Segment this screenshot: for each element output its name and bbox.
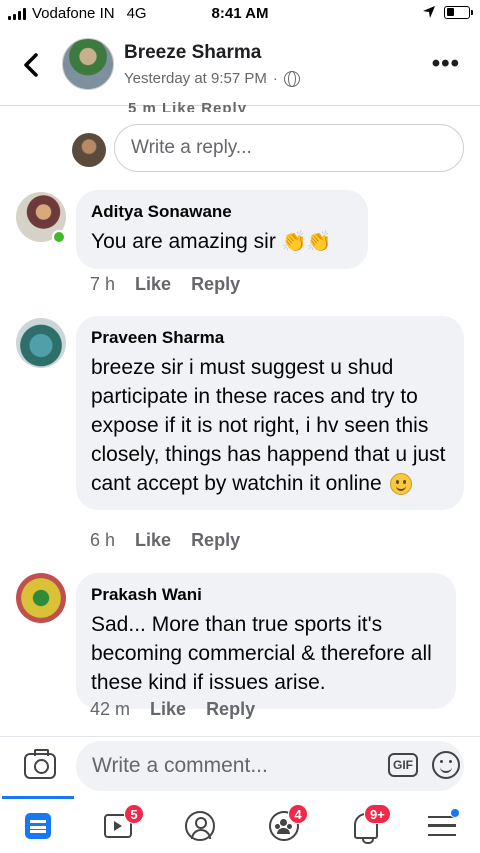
location-arrow-icon <box>423 6 435 18</box>
like-button[interactable]: Like <box>135 530 171 551</box>
bottom-tab-bar: 5 4 9+ <box>0 796 480 853</box>
back-button[interactable] <box>18 50 44 80</box>
menu-notification-dot <box>450 808 460 818</box>
comment-bubble[interactable]: Praveen Sharma breeze sir i must suggest… <box>76 316 464 510</box>
emoji-icon[interactable] <box>432 751 460 779</box>
video-badge: 5 <box>124 804 144 824</box>
status-time: 8:41 AM <box>211 5 269 22</box>
globe-icon <box>283 70 300 87</box>
tab-menu[interactable] <box>412 804 472 848</box>
groups-badge: 4 <box>288 804 308 824</box>
camera-icon[interactable] <box>24 749 56 779</box>
tab-profile[interactable] <box>170 804 230 848</box>
profile-icon <box>185 811 215 841</box>
comment-time[interactable]: 7 h <box>90 274 115 295</box>
reply-input[interactable]: Write a reply... <box>114 124 464 172</box>
tab-home[interactable] <box>8 804 68 848</box>
comment-author[interactable]: Praveen Sharma <box>91 328 448 348</box>
comment-author[interactable]: Aditya Sonawane <box>91 202 352 222</box>
comment-time[interactable]: 42 m <box>90 699 130 720</box>
comment-text: Sad... More than true sports it's becomi… <box>91 613 432 694</box>
commenter-avatar[interactable] <box>16 318 66 368</box>
notifications-badge: 9+ <box>364 804 391 824</box>
more-options-button[interactable]: ••• <box>432 52 460 76</box>
smiley-icon <box>389 473 412 496</box>
comment-actions: 7 h Like Reply <box>90 274 240 295</box>
reply-button[interactable]: Reply <box>191 274 240 295</box>
meta-separator: · <box>272 70 278 87</box>
author-avatar[interactable] <box>62 38 114 90</box>
reply-button[interactable]: Reply <box>206 699 255 720</box>
news-feed-icon <box>25 813 51 839</box>
post-meta: Yesterday at 9:57 PM · <box>124 70 300 87</box>
cutoff-actions-row: 5 m Like Reply <box>128 100 248 112</box>
comment-text-body: breeze sir i must suggest u shud partici… <box>91 356 446 495</box>
comment-input-placeholder: Write a comment... <box>92 754 268 777</box>
gif-button[interactable]: GIF <box>388 753 418 777</box>
comment-author[interactable]: Prakash Wani <box>91 585 440 605</box>
comment-text: You are amazing sir 👏👏 <box>91 227 352 257</box>
online-status-icon <box>52 230 66 244</box>
like-button[interactable]: Like <box>135 274 171 295</box>
comment-text-body: You are amazing sir <box>91 230 276 253</box>
comment-text: breeze sir i must suggest u shud partici… <box>91 353 448 498</box>
comment-bubble[interactable]: Aditya Sonawane You are amazing sir 👏👏 <box>76 190 368 269</box>
active-tab-indicator <box>2 796 74 799</box>
battery-icon <box>444 5 473 19</box>
tab-groups[interactable]: 4 <box>254 804 314 848</box>
tab-watch[interactable]: 5 <box>88 804 148 848</box>
tab-notifications[interactable]: 9+ <box>336 804 396 848</box>
chevron-left-icon <box>24 53 38 77</box>
like-button[interactable]: Like <box>150 699 186 720</box>
menu-icon <box>428 816 456 836</box>
post-header: Breeze Sharma Yesterday at 9:57 PM · ••• <box>0 28 480 106</box>
clapping-hands-icon: 👏👏 <box>281 230 332 253</box>
comment-composer: Write a comment... GIF <box>0 736 480 794</box>
status-right <box>422 5 473 19</box>
author-name[interactable]: Breeze Sharma <box>124 42 261 64</box>
comment-actions: 6 h Like Reply <box>90 530 240 551</box>
commenter-avatar[interactable] <box>16 573 66 623</box>
reply-avatar <box>72 133 106 167</box>
comment-time[interactable]: 6 h <box>90 530 115 551</box>
comment-bubble[interactable]: Prakash Wani Sad... More than true sport… <box>76 573 456 709</box>
reply-button[interactable]: Reply <box>191 530 240 551</box>
status-bar: Vodafone IN 4G 8:41 AM <box>0 0 480 28</box>
post-timestamp[interactable]: Yesterday at 9:57 PM <box>124 70 267 87</box>
comment-actions: 42 m Like Reply <box>90 699 255 720</box>
